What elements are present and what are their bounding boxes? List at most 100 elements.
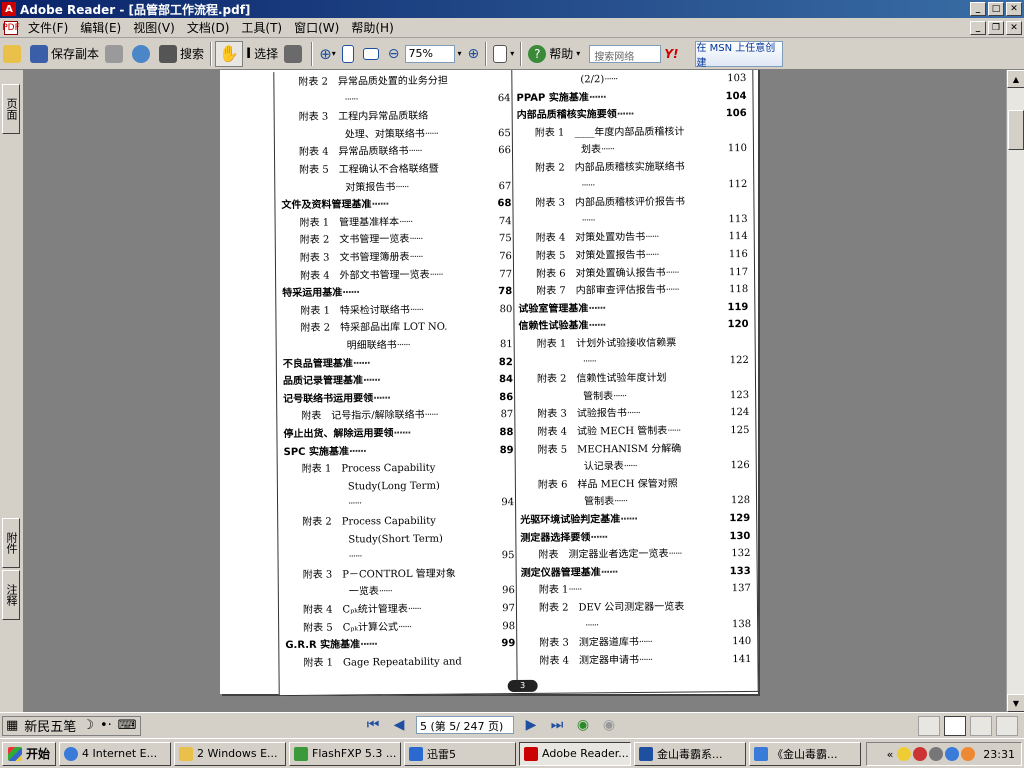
toc-entry: 认记录表······ 126 [520, 459, 750, 475]
menu-file[interactable]: 文件(F) [22, 19, 74, 36]
update-icon[interactable] [945, 747, 960, 761]
toc-entry-page: 133 [729, 565, 751, 577]
page-navigation: ⏮ ◀ 5 (第 5/ 247 页) ▶ ⏭ ◉ ◉ [360, 716, 622, 734]
save-icon [30, 44, 48, 63]
toc-entry-page: 140 [732, 636, 752, 648]
toc-entry: 信赖性试验基准······ 120 [518, 318, 748, 334]
hand-tool-button[interactable]: ✋ [215, 40, 243, 67]
menu-tools[interactable]: 工具(T) [235, 19, 288, 36]
toc-entry-page: 82 [498, 356, 513, 368]
zoom-in-button[interactable]: ⊕ [465, 41, 483, 67]
tab-attachments[interactable]: 附件 [2, 518, 20, 568]
leader-dots: ······ [409, 234, 423, 246]
first-page-button[interactable]: ⏮ [363, 716, 383, 734]
save-copy-button[interactable]: 保存副本 [27, 41, 102, 67]
toc-entry-title: (2/2) [580, 74, 605, 86]
menu-window[interactable]: 窗口(W) [288, 19, 345, 36]
task-windows-explorer[interactable]: 2 Windows E... [174, 741, 287, 766]
next-page-button[interactable]: ▶ [521, 716, 541, 734]
scroll-down-button[interactable]: ▼ [1007, 694, 1024, 712]
task-kingsoft-2[interactable]: 《金山毒霸... [749, 741, 862, 766]
network-icon[interactable] [929, 747, 944, 761]
open-button[interactable] [0, 41, 27, 67]
start-button[interactable]: 开始 [2, 741, 57, 766]
volume-icon[interactable] [961, 747, 976, 761]
zoom-input[interactable]: 75% [404, 44, 455, 63]
select-tool-button[interactable]: I 选择 [243, 41, 281, 67]
last-page-button[interactable]: ⏭ [547, 716, 567, 734]
toc-entry: 测定器选择要领······ 130 [520, 530, 750, 546]
toc-entry-page: 99 [501, 638, 516, 650]
search-web-input[interactable]: 搜索网络 [589, 44, 662, 63]
single-page-button[interactable] [918, 716, 940, 736]
qq-icon[interactable] [897, 747, 912, 761]
zoom-in-tool-button[interactable]: ⊕ ▾ [316, 41, 339, 67]
leader-dots: ······ [424, 128, 438, 140]
menu-document[interactable]: 文档(D) [181, 19, 236, 36]
toc-entry: 划表······ 110 [517, 142, 747, 158]
toc-entry-page: 66 [498, 145, 512, 157]
zoom-out-button[interactable]: ⊖ [385, 41, 403, 67]
antivirus-icon[interactable] [913, 747, 928, 761]
toc-right-column: (2/2)······ 103 PPAP 实施基准······ 104 内部品质稽核实施… [516, 72, 751, 667]
tab-comments[interactable]: 注释 [2, 570, 20, 620]
scroll-up-button[interactable]: ▲ [1007, 70, 1024, 88]
fit-page-button[interactable] [339, 41, 360, 67]
tray-expand-icon[interactable]: « [887, 748, 894, 761]
toc-entry-title: 附表 3 文书管理簿册表 [299, 251, 410, 264]
task-kingsoft-1[interactable]: 金山毒霸系... [634, 741, 747, 766]
facing-button[interactable] [996, 716, 1018, 736]
yahoo-button[interactable]: Y! [661, 41, 681, 67]
zoom-dropdown[interactable]: ▾ [455, 41, 465, 67]
toc-entry-page: 132 [731, 548, 751, 560]
tab-pages[interactable]: 页面 [2, 84, 20, 134]
email-button[interactable] [129, 41, 156, 67]
doc-minimize-button[interactable]: _ [970, 20, 986, 35]
task-xunlei[interactable]: 迅雷5 [404, 741, 517, 766]
continuous-facing-button[interactable] [970, 716, 992, 736]
continuous-button[interactable] [944, 716, 966, 736]
menu-help[interactable]: 帮助(H) [345, 19, 399, 36]
task-internet-explorer[interactable]: 4 Internet E... [59, 741, 172, 766]
page-layout-buttons [914, 716, 1018, 736]
title-bar: A Adobe Reader - [品管部工作流程.pdf] _ □ ✕ [0, 0, 1024, 18]
toc-entry-title: 附表 5 MECHANISM 分解确 [537, 443, 682, 456]
minimize-button[interactable]: _ [970, 2, 986, 16]
toc-entry-page: 96 [502, 585, 515, 597]
menu-view[interactable]: 视图(V) [127, 19, 181, 36]
fit-width-button[interactable] [360, 41, 385, 67]
previous-view-button[interactable]: ◉ [573, 716, 593, 734]
document-view[interactable]: 附表 2 异常品质处置的业务分担 ······ 64 附表 3 工程内异常品质联络 处理… [24, 70, 1006, 712]
document-icon[interactable]: PDF [2, 20, 20, 35]
doc-close-button[interactable]: ✕ [1006, 20, 1022, 35]
toc-entry-title: 管制表 [584, 496, 615, 508]
leader-dots: ······ [568, 584, 582, 596]
previous-page-button[interactable]: ◀ [389, 716, 409, 734]
toc-entry-page: 67 [498, 180, 512, 192]
vertical-scrollbar[interactable]: ▲ ▼ [1006, 70, 1024, 712]
msn-button[interactable]: 在 MSN 上任意创建 [695, 40, 784, 69]
toc-entry-title: 附表 4 外部文书管理一览表 [300, 269, 430, 282]
scroll-thumb[interactable] [1008, 110, 1024, 150]
task-flashfxp[interactable]: FlashFXP 5.3 ... [289, 741, 402, 766]
page-number-input[interactable]: 5 (第 5/ 247 页) [416, 716, 514, 734]
leader-dots: ······ [645, 232, 659, 244]
next-view-button[interactable]: ◉ [599, 716, 619, 734]
search-button[interactable]: 搜索 [156, 41, 207, 67]
status-bar: ▦ 新民五笔 ☽ •· ⌨ ⏮ ◀ 5 (第 5/ 247 页) ▶ ⏭ ◉ ◉ [0, 712, 1024, 738]
print-button[interactable] [102, 41, 129, 67]
rotate-button[interactable]: ▾ [490, 41, 517, 67]
menu-edit[interactable]: 编辑(E) [74, 19, 127, 36]
toc-entry: 附表 3 内部品质稽核评价报告书 [517, 195, 747, 211]
doc-restore-button[interactable]: ❐ [988, 20, 1004, 35]
close-button[interactable]: ✕ [1006, 2, 1022, 16]
toc-entry-page: 64 [497, 92, 511, 104]
snapshot-button[interactable] [281, 41, 308, 67]
help-button[interactable]: ? 帮助 ▾ [525, 41, 583, 67]
maximize-button[interactable]: □ [988, 2, 1004, 16]
ime-grid-icon: ▦ [6, 718, 19, 733]
task-adobe-reader[interactable]: Adobe Reader... [519, 741, 632, 766]
toc-entry: 停止出货、解除运用要领······ 88 [283, 426, 513, 442]
toc-entry-title: 附表 6 样品 MECH 保管对照 [537, 478, 678, 491]
ime-toolbar[interactable]: ▦ 新民五笔 ☽ •· ⌨ [2, 715, 141, 736]
